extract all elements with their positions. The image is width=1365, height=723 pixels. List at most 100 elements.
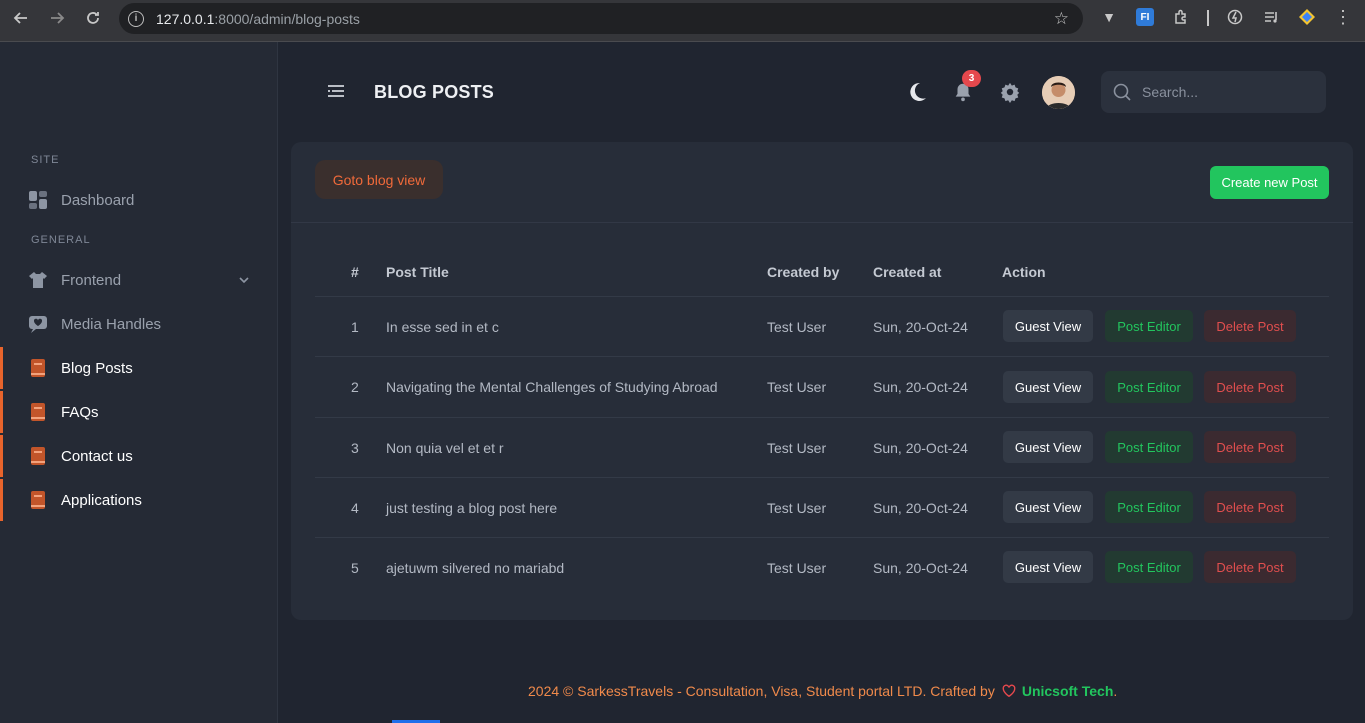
back-button[interactable] (3, 0, 39, 36)
site-info-icon[interactable]: i (128, 10, 144, 27)
reload-button[interactable] (75, 0, 111, 36)
card-divider (291, 222, 1353, 223)
avatar-image (1042, 76, 1075, 109)
post-title: Navigating the Mental Challenges of Stud… (386, 379, 718, 395)
created-at: Sun, 20-Oct-24 (873, 500, 968, 516)
footer-end: . (1113, 683, 1118, 699)
address-bar[interactable]: i 127.0.0.1:8000/admin/blog-posts ☆ (119, 3, 1083, 34)
extension-fi-icon[interactable]: FI (1136, 8, 1154, 26)
column-header-action: Action (1002, 264, 1046, 280)
extensions-puzzle-icon[interactable] (1172, 8, 1190, 26)
row-number: 2 (351, 379, 359, 395)
sidebar-item-dashboard[interactable]: Dashboard (0, 179, 277, 221)
delete-post-button[interactable]: Delete Post (1204, 310, 1296, 342)
created-by: Test User (767, 500, 827, 516)
book-icon (28, 490, 48, 510)
user-avatar[interactable] (1042, 76, 1075, 109)
column-header-created-by: Created by (767, 264, 840, 280)
chevron-down-icon (239, 277, 249, 284)
column-header-post-title: Post Title (386, 264, 449, 280)
post-editor-button[interactable]: Post Editor (1105, 551, 1193, 583)
delete-post-button[interactable]: Delete Post (1204, 431, 1296, 463)
goto-blog-view-button[interactable]: Goto blog view (315, 160, 443, 199)
sidebar-item-faqs[interactable]: FAQs (0, 391, 277, 433)
created-at: Sun, 20-Oct-24 (873, 560, 968, 576)
search-icon (1113, 83, 1131, 101)
dashboard-icon (28, 190, 48, 210)
footer: 2024 © SarkessTravels - Consultation, Vi… (528, 683, 1117, 699)
menu-toggle-icon[interactable] (326, 82, 346, 102)
sidebar: SITE Dashboard GENERAL Frontend Media Ha… (0, 42, 278, 723)
post-editor-button[interactable]: Post Editor (1105, 371, 1193, 403)
footer-brand-link[interactable]: Unicsoft Tech (1022, 683, 1114, 699)
url-text: 127.0.0.1:8000/admin/blog-posts (156, 11, 360, 27)
post-editor-button[interactable]: Post Editor (1105, 431, 1193, 463)
post-title: In esse sed in et c (386, 319, 499, 335)
table-divider (315, 477, 1329, 478)
sidebar-item-label: Dashboard (61, 191, 135, 209)
extension-v-icon[interactable]: ▼ (1100, 8, 1118, 26)
guest-view-button[interactable]: Guest View (1003, 551, 1093, 583)
row-number: 1 (351, 319, 359, 335)
row-number: 5 (351, 560, 359, 576)
browser-toolbar: i 127.0.0.1:8000/admin/blog-posts ☆ ▼ FI… (0, 0, 1365, 42)
guest-view-button[interactable]: Guest View (1003, 491, 1093, 523)
sidebar-item-label: Applications (61, 491, 142, 509)
book-icon (28, 446, 48, 466)
delete-post-button[interactable]: Delete Post (1204, 551, 1296, 583)
sidebar-item-blog-posts[interactable]: Blog Posts (0, 347, 277, 389)
column-header-created-at: Created at (873, 264, 942, 280)
created-by: Test User (767, 560, 827, 576)
browser-menu-icon[interactable]: ⋮ (1334, 7, 1352, 27)
settings-button[interactable] (997, 79, 1023, 105)
search-input[interactable] (1142, 84, 1312, 100)
sidebar-item-label: FAQs (61, 403, 99, 421)
sidebar-item-applications[interactable]: Applications (0, 479, 277, 521)
table-divider (315, 296, 1329, 297)
created-at: Sun, 20-Oct-24 (873, 440, 968, 456)
sidebar-item-media-handles[interactable]: Media Handles (0, 303, 277, 345)
created-by: Test User (767, 379, 827, 395)
column-header-number: # (351, 264, 359, 280)
arrow-left-icon (13, 12, 27, 24)
profile-diamond-icon[interactable] (1298, 8, 1316, 26)
moon-icon (910, 82, 926, 101)
extension-bolt-icon[interactable] (1226, 8, 1244, 26)
post-editor-button[interactable]: Post Editor (1105, 310, 1193, 342)
post-title: just testing a blog post here (386, 500, 558, 516)
guest-view-button[interactable]: Guest View (1003, 310, 1093, 342)
notification-count-badge: 3 (962, 70, 981, 87)
created-at: Sun, 20-Oct-24 (873, 319, 968, 335)
delete-post-button[interactable]: Delete Post (1204, 491, 1296, 523)
gear-icon (1000, 82, 1020, 103)
create-new-post-button[interactable]: Create new Post (1210, 166, 1329, 199)
post-editor-button[interactable]: Post Editor (1105, 491, 1193, 523)
shirt-icon (28, 270, 48, 290)
created-by: Test User (767, 319, 827, 335)
sidebar-item-label: Contact us (61, 447, 133, 465)
created-by: Test User (767, 440, 827, 456)
created-at: Sun, 20-Oct-24 (873, 379, 968, 395)
sidebar-item-contact-us[interactable]: Contact us (0, 435, 277, 477)
post-title: ajetuwm silvered no mariabd (386, 560, 565, 576)
sidebar-section-general: GENERAL (31, 234, 91, 246)
sidebar-item-frontend[interactable]: Frontend (0, 259, 277, 301)
table-divider (315, 356, 1329, 357)
sidebar-item-label: Frontend (61, 271, 122, 289)
sidebar-section-site: SITE (31, 154, 60, 166)
guest-view-button[interactable]: Guest View (1003, 431, 1093, 463)
post-title: Non quia vel et et r (386, 440, 504, 456)
guest-view-button[interactable]: Guest View (1003, 371, 1093, 403)
book-icon (28, 402, 48, 422)
dark-mode-toggle[interactable] (904, 79, 930, 105)
media-control-icon[interactable] (1262, 8, 1280, 26)
heart-icon (1002, 684, 1016, 698)
table-divider (315, 537, 1329, 538)
search-box[interactable] (1101, 71, 1326, 113)
page-title: BLOG POSTS (374, 82, 495, 102)
toolbar-separator (1207, 10, 1209, 26)
bookmark-star-icon[interactable]: ☆ (1054, 10, 1069, 27)
forward-button[interactable] (39, 0, 75, 36)
delete-post-button[interactable]: Delete Post (1204, 371, 1296, 403)
sidebar-item-label: Blog Posts (61, 359, 133, 377)
